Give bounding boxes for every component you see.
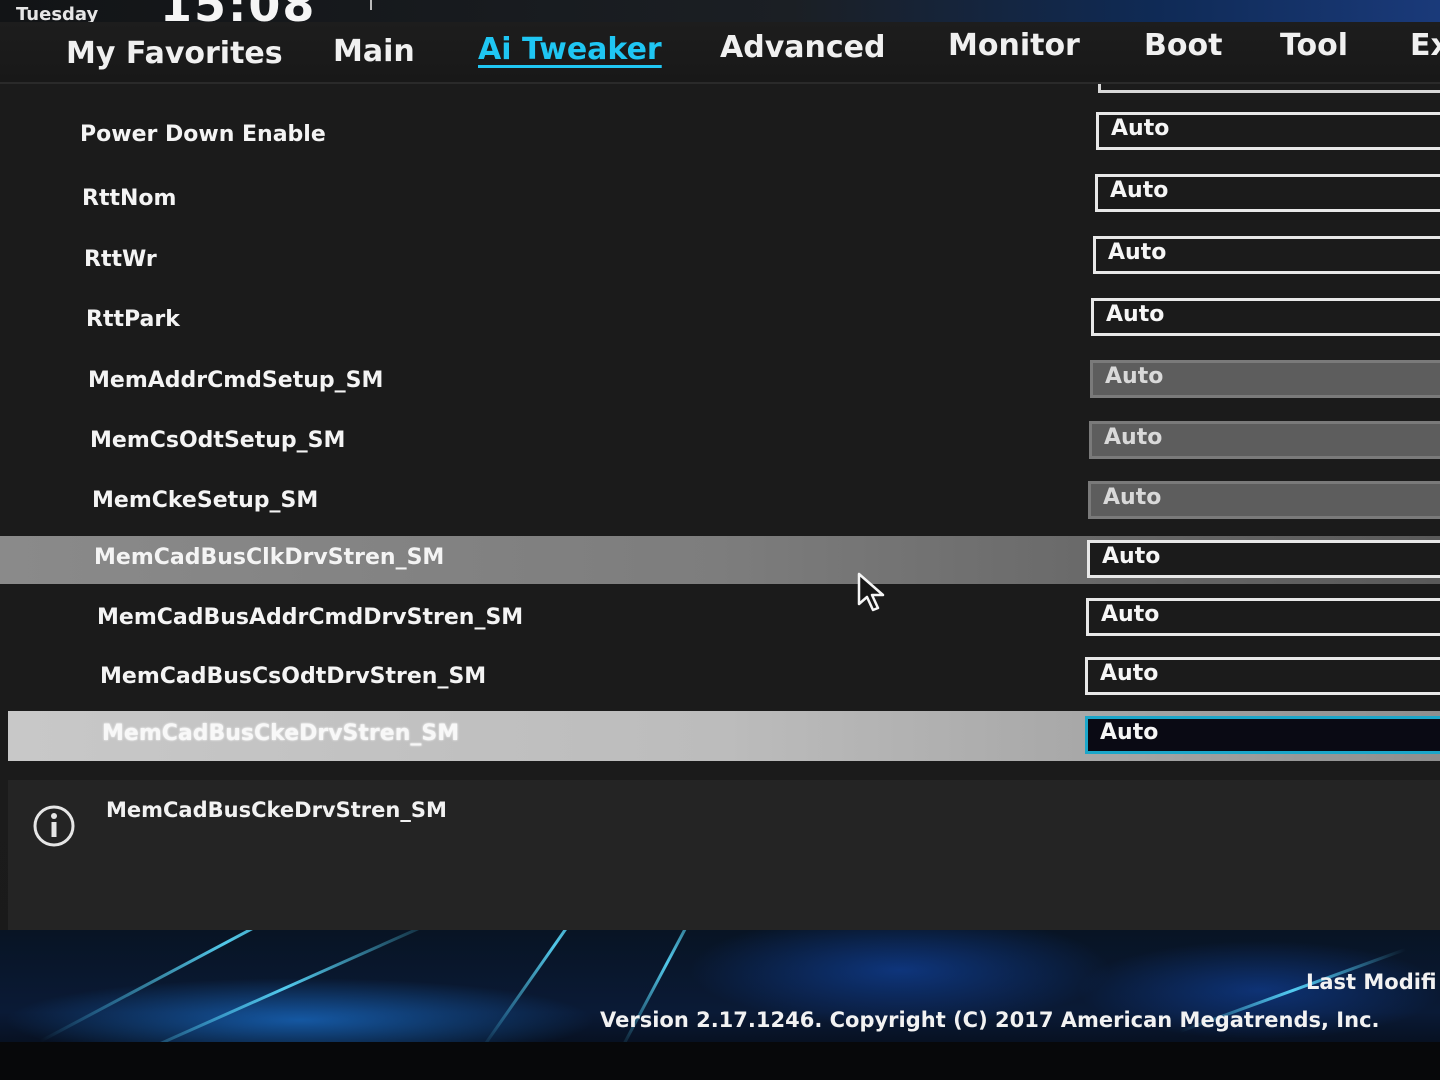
setting-label: RttWr xyxy=(84,247,157,272)
setting-row-memcadbuscke-selected[interactable]: MemCadBusCkeDrvStren_SM Auto xyxy=(8,711,1440,761)
setting-value: Auto xyxy=(1105,364,1164,389)
tab-boot[interactable]: Boot xyxy=(1144,28,1222,63)
setting-label: Power Down Enable xyxy=(80,122,326,147)
setting-row-rttnom[interactable]: RttNom Auto xyxy=(0,174,1440,222)
setting-value-select: Auto xyxy=(1090,360,1440,398)
setting-row-memckesetup: MemCkeSetup_SM Auto xyxy=(0,481,1440,529)
setting-label: MemCadBusCsOdtDrvStren_SM xyxy=(100,664,487,689)
setting-row-memcadbusaddrcmddrvstren[interactable]: MemCadBusAddrCmdDrvStren_SM Auto xyxy=(0,598,1440,646)
setting-value-select[interactable]: Auto xyxy=(1096,112,1440,150)
tab-exit[interactable]: Ex xyxy=(1410,28,1440,63)
tab-my-favorites[interactable]: My Favorites xyxy=(66,36,283,71)
decor-streak xyxy=(478,930,631,1053)
setting-row-rttwr[interactable]: RttWr Auto xyxy=(0,236,1440,284)
info-icon xyxy=(33,805,75,847)
mouse-pointer-icon xyxy=(857,572,885,612)
version-copyright: Version 2.17.1246. Copyright (C) 2017 Am… xyxy=(600,1008,1380,1032)
setting-value: Auto xyxy=(1103,485,1162,510)
setting-value: Auto xyxy=(1104,425,1163,450)
bios-screen: Tuesday 15:08 My Favorites Main Ai Tweak… xyxy=(0,0,1440,1080)
help-description-area: MemCadBusCkeDrvStren_SM xyxy=(8,780,1440,930)
setting-label: MemCadBusCkeDrvStren_SM xyxy=(102,721,460,746)
setting-value-select[interactable]: Auto xyxy=(1095,174,1440,212)
setting-value: Auto xyxy=(1106,302,1165,327)
setting-value-select[interactable]: Auto xyxy=(1085,716,1440,754)
setting-row-memaddrcmdsetup: MemAddrCmdSetup_SM Auto xyxy=(0,360,1440,408)
setting-label: MemAddrCmdSetup_SM xyxy=(88,368,384,393)
setting-value-select: Auto xyxy=(1089,421,1440,459)
setting-value: Auto xyxy=(1110,178,1169,203)
setting-label: RttPark xyxy=(86,307,180,332)
setting-value-select[interactable]: Auto xyxy=(1085,657,1440,695)
setting-label: RttNom xyxy=(82,186,177,211)
setting-row-memcadbuscsodtdrvstren[interactable]: MemCadBusCsOdtDrvStren_SM Auto xyxy=(0,657,1440,705)
setting-value-select[interactable]: Auto xyxy=(1091,298,1440,336)
divider xyxy=(370,0,372,10)
setting-row-rttpark[interactable]: RttPark Auto xyxy=(0,298,1440,346)
monitor-bezel xyxy=(0,1042,1440,1080)
tab-main[interactable]: Main xyxy=(333,34,415,69)
decor-streak xyxy=(39,930,412,1043)
main-menu-bar: My Favorites Main Ai Tweaker Advanced Mo… xyxy=(0,22,1440,84)
setting-value: Auto xyxy=(1101,602,1160,627)
setting-value: Auto xyxy=(1108,240,1167,265)
setting-label: MemCadBusAddrCmdDrvStren_SM xyxy=(97,605,524,630)
help-text: MemCadBusCkeDrvStren_SM xyxy=(106,798,447,822)
decor-streak xyxy=(618,930,716,1053)
last-modified-label[interactable]: Last Modifi xyxy=(1306,970,1437,994)
setting-label: MemCadBusClkDrvStren_SM xyxy=(94,545,445,570)
setting-label: MemCsOdtSetup_SM xyxy=(90,428,346,453)
setting-value: Auto xyxy=(1100,661,1159,686)
setting-row-power-down-enable[interactable]: Power Down Enable Auto xyxy=(0,112,1440,160)
previous-value-box-edge xyxy=(1098,84,1440,93)
setting-value-select[interactable]: Auto xyxy=(1086,598,1440,636)
setting-row-memcadbusclkdrvstren[interactable]: MemCadBusClkDrvStren_SM Auto xyxy=(0,536,1440,584)
setting-label: MemCkeSetup_SM xyxy=(92,488,319,513)
setting-value: Auto xyxy=(1111,116,1170,141)
setting-value-select: Auto xyxy=(1088,481,1440,519)
tab-advanced[interactable]: Advanced xyxy=(720,30,885,65)
setting-value-select[interactable]: Auto xyxy=(1093,236,1440,274)
tab-monitor[interactable]: Monitor xyxy=(948,28,1080,63)
settings-panel: Power Down Enable Auto RttNom Auto RttWr… xyxy=(0,84,1440,774)
tab-tool[interactable]: Tool xyxy=(1280,28,1348,63)
setting-value: Auto xyxy=(1100,720,1159,745)
setting-value: Auto xyxy=(1102,544,1161,569)
setting-row-memcsodtsetup: MemCsOdtSetup_SM Auto xyxy=(0,421,1440,469)
setting-value-select[interactable]: Auto xyxy=(1087,540,1440,578)
tab-ai-tweaker[interactable]: Ai Tweaker xyxy=(478,32,662,67)
